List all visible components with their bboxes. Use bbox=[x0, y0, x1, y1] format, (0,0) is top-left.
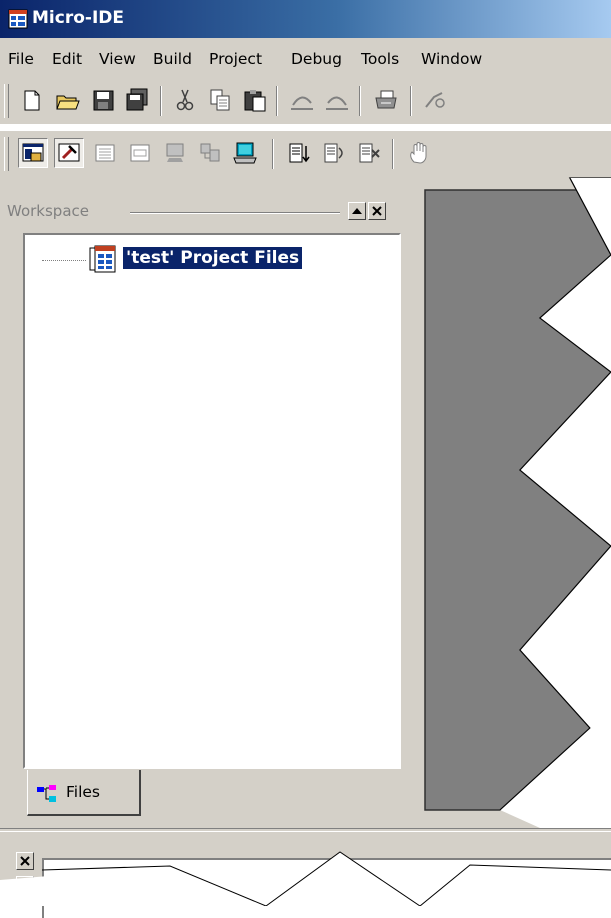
workspace-close-button[interactable] bbox=[368, 202, 386, 220]
build-icon bbox=[58, 143, 80, 162]
toolbar-separator bbox=[160, 86, 162, 116]
ide-app-icon bbox=[8, 9, 28, 29]
step-out-icon[interactable] bbox=[354, 138, 384, 168]
toolbar-grip[interactable] bbox=[4, 84, 9, 118]
save-icon[interactable] bbox=[88, 85, 118, 115]
cut-icon[interactable] bbox=[170, 85, 200, 115]
new-file-icon[interactable] bbox=[16, 85, 46, 115]
undo-icon[interactable] bbox=[287, 85, 317, 115]
menu-window[interactable]: Window bbox=[421, 50, 482, 68]
workspace-caption-bar[interactable]: Workspace bbox=[0, 202, 420, 224]
redo-icon[interactable] bbox=[322, 85, 352, 115]
step-into-icon[interactable] bbox=[284, 138, 314, 168]
menu-view[interactable]: View bbox=[99, 50, 136, 68]
project-tree[interactable]: 'test' Project Files bbox=[23, 233, 401, 769]
output-window-icon[interactable] bbox=[90, 138, 120, 168]
maximize-triangle-icon bbox=[352, 208, 362, 214]
menu-build[interactable]: Build bbox=[153, 50, 192, 68]
files-tab-icon bbox=[37, 785, 56, 802]
terminal-icon[interactable] bbox=[230, 138, 260, 168]
workspace-toggle-button[interactable] bbox=[18, 138, 48, 168]
build-toggle-button[interactable] bbox=[54, 138, 84, 168]
paste-icon[interactable] bbox=[240, 85, 270, 115]
standard-toolbar bbox=[0, 78, 611, 124]
caption-grip-line bbox=[130, 212, 340, 214]
menu-file[interactable]: File bbox=[8, 50, 34, 68]
copy-icon[interactable] bbox=[205, 85, 235, 115]
splitter[interactable] bbox=[0, 828, 611, 832]
window-title: Micro-IDE bbox=[32, 8, 124, 28]
menu-project[interactable]: Project bbox=[209, 50, 262, 68]
toolbar-grip[interactable] bbox=[4, 137, 9, 171]
memory-window-icon[interactable] bbox=[160, 138, 190, 168]
tab-files[interactable]: Files bbox=[27, 770, 141, 816]
tree-connector bbox=[42, 260, 86, 261]
title-bar: Micro-IDE bbox=[0, 0, 611, 38]
ide-window: Micro-IDE File Edit View Build Project D… bbox=[0, 0, 611, 918]
register-window-icon[interactable] bbox=[125, 138, 155, 168]
toolbar-separator bbox=[392, 139, 394, 169]
output-pane-handle[interactable] bbox=[16, 876, 34, 890]
save-all-icon[interactable] bbox=[122, 85, 152, 115]
toolbar-separator bbox=[276, 86, 278, 116]
tree-item-project-files[interactable]: 'test' Project Files bbox=[123, 247, 303, 269]
close-icon bbox=[20, 856, 30, 866]
output-pane[interactable] bbox=[42, 858, 611, 918]
workspace-toggle-icon bbox=[22, 143, 44, 162]
step-over-icon[interactable] bbox=[319, 138, 349, 168]
workspace-maximize-button[interactable] bbox=[348, 202, 366, 220]
find-icon[interactable] bbox=[420, 85, 450, 115]
hand-icon[interactable] bbox=[404, 138, 434, 168]
toolbar-separator bbox=[359, 86, 361, 116]
view-toolbar bbox=[0, 131, 611, 177]
workspace-caption: Workspace bbox=[7, 202, 89, 220]
toolbar-separator bbox=[272, 139, 274, 169]
close-icon bbox=[372, 206, 382, 216]
toolbar-separator bbox=[410, 86, 412, 116]
output-close-button[interactable] bbox=[16, 852, 34, 870]
menu-bar: File Edit View Build Project Debug Tools… bbox=[0, 38, 611, 78]
menu-edit[interactable]: Edit bbox=[52, 50, 82, 68]
tab-files-label: Files bbox=[66, 783, 101, 801]
open-folder-icon[interactable] bbox=[52, 85, 82, 115]
menu-tools[interactable]: Tools bbox=[361, 50, 399, 68]
project-files-icon bbox=[89, 245, 116, 273]
watch-window-icon[interactable] bbox=[195, 138, 225, 168]
menu-debug[interactable]: Debug bbox=[291, 50, 342, 68]
print-icon[interactable] bbox=[371, 85, 401, 115]
